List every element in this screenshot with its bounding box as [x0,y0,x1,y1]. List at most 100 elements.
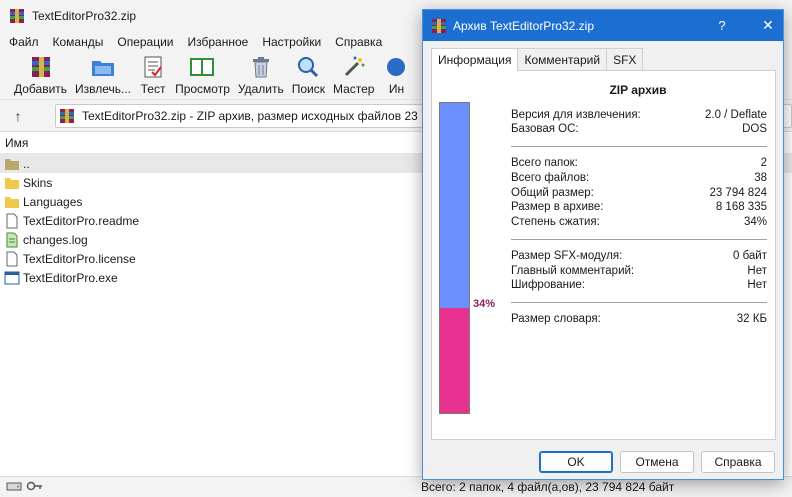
delete-label: Удалить [237,82,284,96]
up-folder-button[interactable]: ↑ [0,102,36,130]
executable-icon [4,270,20,286]
file-name: .. [23,156,30,171]
extract-label: Извлечь... [75,82,132,96]
extract-button[interactable]: Извлечь... [71,52,135,96]
archive-add-icon [27,54,55,80]
menu-operations[interactable]: Операции [110,32,180,52]
wizard-button[interactable]: Мастер [329,52,379,96]
info-label: Размер словаря: [511,313,601,325]
ratio-bar-remaining [440,103,469,308]
info-label: Степень сжатия: [511,216,600,228]
wizard-label: Мастер [332,82,375,96]
info-label: Базовая ОС: [511,123,579,135]
test-label: Тест [140,82,166,96]
folder-icon [4,175,20,191]
info-label: Главный комментарий: [511,265,635,277]
compression-ratio-bar [439,102,470,414]
winrar-app-icon [9,8,25,24]
delete-button[interactable]: Удалить [234,52,288,96]
menu-settings[interactable]: Настройки [255,32,328,52]
info-row-main-comment: Главный комментарий: Нет [511,264,767,278]
info-label: Размер в архиве: [511,201,604,213]
info-value: Нет [747,279,767,291]
add-label: Добавить [14,82,68,96]
info-value: 2.0 / Deflate [704,109,767,121]
info-row-packed-size: Размер в архиве: 8 168 335 [511,200,767,214]
info-label: Шифрование: [511,279,585,291]
window-title: TextEditorPro32.zip [32,9,137,23]
help-button[interactable]: Справка [701,451,775,473]
info-label: Общий размер: [511,187,594,199]
file-name: Skins [23,175,53,190]
book-icon [188,54,216,80]
test-button[interactable]: Тест [135,52,171,96]
info-label: Всего файлов: [511,172,590,184]
document-icon [4,213,20,229]
ratio-bar-fill [440,307,469,413]
folder-icon [4,194,20,210]
info-label: Всего папок: [511,157,578,169]
separator [511,146,767,147]
info-label: Версия для извлечения: [511,109,641,121]
log-file-icon [4,232,20,248]
ratio-percent-label: 34% [473,298,496,310]
trash-icon [247,54,275,80]
separator [511,239,767,240]
info-value: 38 [754,172,767,184]
arrow-up-icon: ↑ [14,107,22,124]
close-icon[interactable]: ✕ [753,10,783,41]
magnifier-icon [294,54,322,80]
ok-button[interactable]: OK [539,451,613,473]
info-value: 23 794 824 [709,187,767,199]
dialog-title-bar: Архив TextEditorPro32.zip ? ✕ [423,10,783,41]
info-row-files: Всего файлов: 38 [511,171,767,185]
document-icon [4,251,20,267]
archive-type-heading: ZIP архив [609,83,667,97]
dialog-tabs: Информация Комментарий SFX [431,48,644,71]
info-row-total-size: Общий размер: 23 794 824 [511,186,767,200]
info-row-sfx-size: Размер SFX-модуля: 0 байт [511,249,767,263]
folder-up-icon [4,156,20,172]
menu-favorites[interactable]: Избранное [181,32,256,52]
info-button[interactable]: Ин [378,52,414,96]
file-name: Languages [23,194,83,209]
info-value: 32 КБ [736,313,767,325]
add-button[interactable]: Добавить [10,52,71,96]
file-name: TextEditorPro.readme [23,213,140,228]
column-header-name-label: Имя [5,135,29,150]
info-row-version: Версия для извлечения: 2.0 / Deflate [511,108,767,122]
info-label: Размер SFX-модуля: [511,250,623,262]
cancel-button[interactable]: Отмена [620,451,694,473]
find-button[interactable]: Поиск [288,52,329,96]
tab-sfx[interactable]: SFX [606,48,644,70]
menu-file[interactable]: Файл [2,32,46,52]
menu-help[interactable]: Справка [328,32,389,52]
archive-info-dialog: Архив TextEditorPro32.zip ? ✕ Информация… [422,9,784,480]
info-value: 0 байт [732,250,767,262]
dialog-title: Архив TextEditorPro32.zip [453,18,595,33]
info-icon [382,54,410,80]
help-icon[interactable]: ? [707,10,737,41]
info-row-os: Базовая ОС: DOS [511,122,767,136]
view-label: Просмотр [175,82,230,96]
info-row-ratio: Степень сжатия: 34% [511,215,767,229]
key-icon[interactable] [26,480,44,495]
info-row-dictionary: Размер словаря: 32 КБ [511,312,767,326]
status-text: Всего: 2 папок, 4 файл(а,ов), 23 794 824… [421,480,675,494]
magic-wand-icon [340,54,368,80]
file-name: TextEditorPro.exe [23,270,118,285]
view-button[interactable]: Просмотр [171,52,234,96]
info-row-encryption: Шифрование: Нет [511,278,767,292]
drive-icon[interactable] [6,480,22,495]
tab-information[interactable]: Информация [431,48,519,71]
extract-folder-icon [89,54,117,80]
tab-comment[interactable]: Комментарий [517,48,608,70]
separator [511,302,767,303]
info-panel: 34% ZIP архив Версия для извлечения: 2.0… [431,70,776,440]
info-row-folders: Всего папок: 2 [511,156,767,170]
info-value: 2 [760,157,767,169]
info-label: Ин [388,82,405,96]
file-name: TextEditorPro.license [23,251,136,266]
winrar-app-icon [431,18,447,34]
menu-commands[interactable]: Команды [46,32,111,52]
